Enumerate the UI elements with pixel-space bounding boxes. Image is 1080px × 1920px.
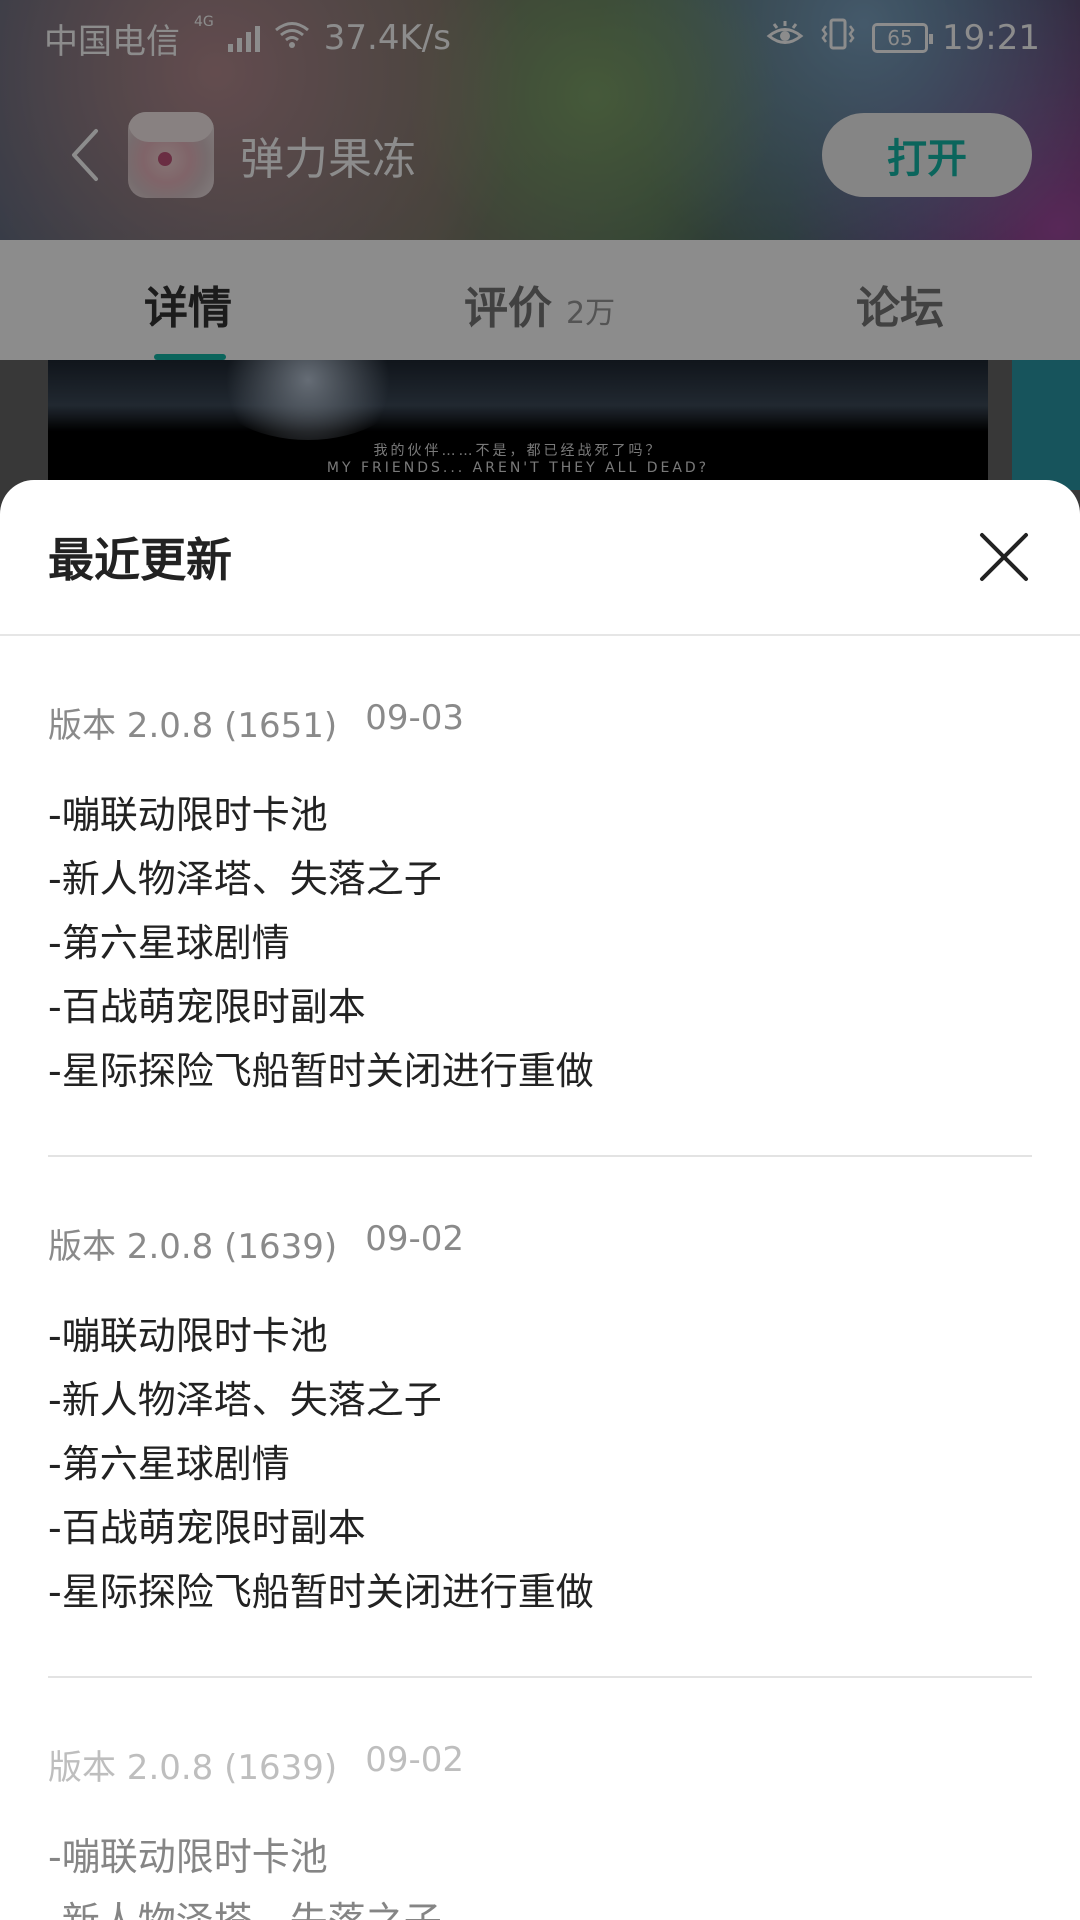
version-number: 版本 2.0.8 (1639) <box>48 1227 338 1267</box>
version-date: 09-02 <box>365 1740 464 1780</box>
recent-updates-sheet: 最近更新 版本 2.0.8 (1651) 09-03 -嘣联动限时卡池 -新人物… <box>0 480 1080 1920</box>
version-meta: 版本 2.0.8 (1639) 09-02 <box>48 1219 1032 1268</box>
sheet-header: 最近更新 <box>0 480 1080 636</box>
version-date: 09-03 <box>365 698 464 738</box>
change-item: -嘣联动限时卡池 <box>48 1314 328 1358</box>
version-entry: 版本 2.0.8 (1639) 09-02 -嘣联动限时卡池 -新人物泽塔、失落… <box>48 1157 1032 1678</box>
app-detail-screen: 中国电信 4G 37.4K/s 65 19:21 弹力果冻 打开 详情 评价 2… <box>0 0 1080 1920</box>
version-number: 版本 2.0.8 (1651) <box>48 706 338 746</box>
version-entry: 版本 2.0.8 (1639) 09-02 -嘣联动限时卡池 -新人物泽塔、失落… <box>48 1678 1032 1920</box>
change-item: -星际探险飞船暂时关闭进行重做 <box>48 1570 594 1614</box>
version-list: 版本 2.0.8 (1651) 09-03 -嘣联动限时卡池 -新人物泽塔、失落… <box>0 636 1080 1920</box>
change-item: -星际探险飞船暂时关闭进行重做 <box>48 1049 594 1093</box>
close-icon[interactable] <box>976 529 1032 585</box>
version-meta: 版本 2.0.8 (1639) 09-02 <box>48 1740 1032 1789</box>
change-item: -百战萌宠限时副本 <box>48 985 366 1029</box>
change-item: -嘣联动限时卡池 <box>48 1835 328 1879</box>
change-item: -第六星球剧情 <box>48 1442 290 1486</box>
version-meta: 版本 2.0.8 (1651) 09-03 <box>48 698 1032 747</box>
change-item: -第六星球剧情 <box>48 921 290 965</box>
version-number: 版本 2.0.8 (1639) <box>48 1748 338 1788</box>
sheet-title: 最近更新 <box>48 533 232 587</box>
change-item: -百战萌宠限时副本 <box>48 1506 366 1550</box>
change-item: -嘣联动限时卡池 <box>48 793 328 837</box>
change-item: -新人物泽塔、失落之子 <box>48 1378 442 1422</box>
change-item: -新人物泽塔、失落之子 <box>48 1889 1032 1920</box>
change-item: -新人物泽塔、失落之子 <box>48 857 442 901</box>
version-date: 09-02 <box>365 1219 464 1259</box>
version-entry: 版本 2.0.8 (1651) 09-03 -嘣联动限时卡池 -新人物泽塔、失落… <box>48 636 1032 1157</box>
